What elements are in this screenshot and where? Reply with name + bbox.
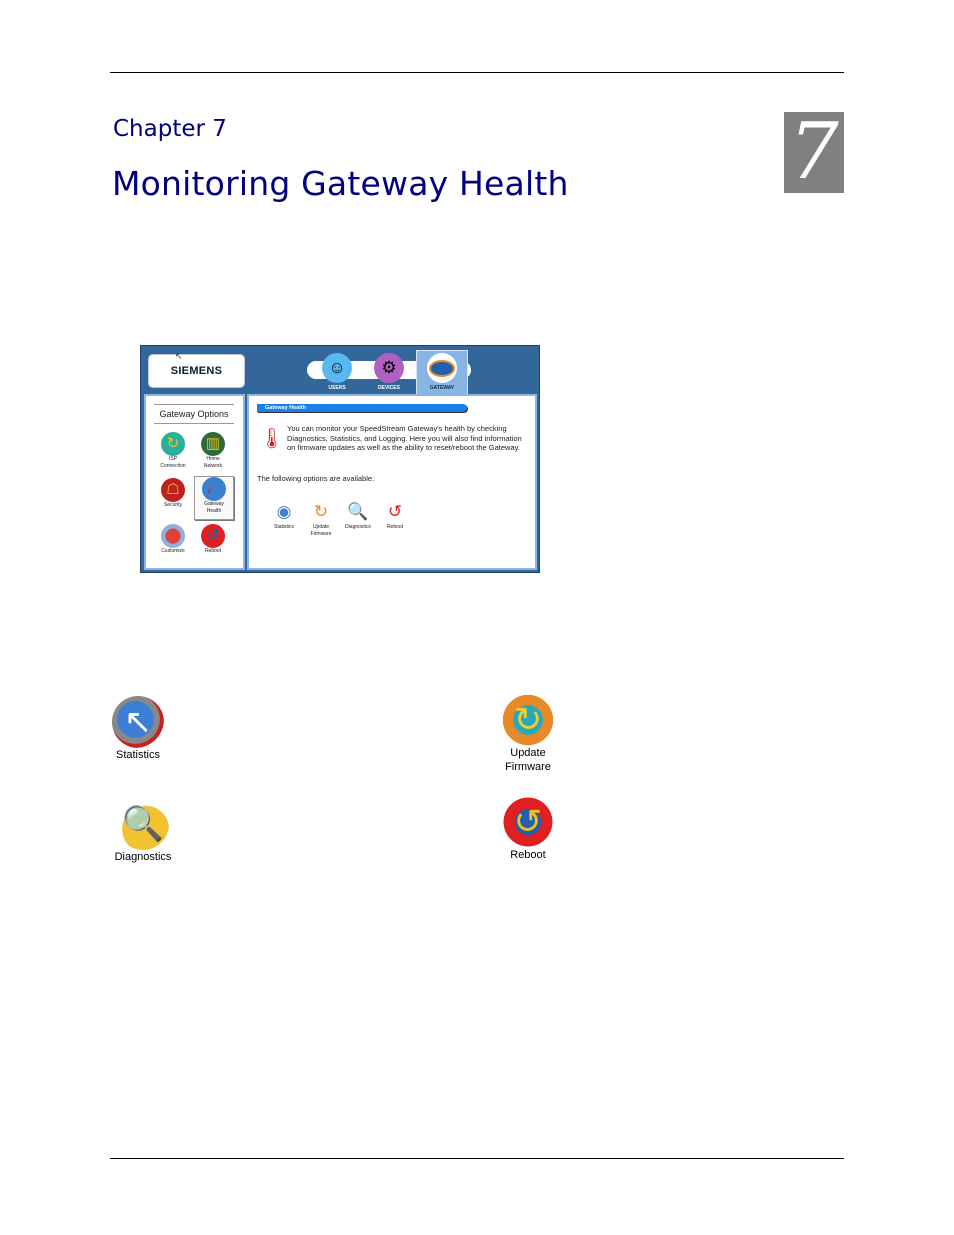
tab-users[interactable]: ☺ USERS	[312, 351, 362, 395]
option-label: Health	[206, 508, 222, 514]
statistics-icon: ◉	[276, 502, 292, 521]
customize-icon: ⬤	[161, 524, 185, 548]
tab-gateway[interactable]: GATEWAY	[416, 350, 468, 396]
feature-update-firmware: ↻ Update Firmware	[500, 694, 556, 774]
health-description: You can monitor your SpeedStream Gateway…	[287, 424, 522, 452]
feature-label: Reboot	[510, 849, 546, 861]
option-label: Security	[163, 502, 183, 508]
available-option-label: Update	[312, 524, 330, 530]
update-firmware-icon: ↻	[313, 502, 329, 521]
devices-icon: ⚙	[374, 353, 404, 383]
diagnostics-icon: 🔍	[347, 502, 369, 521]
option-customize[interactable]: ⬤ Customize	[154, 524, 192, 555]
option-label: Home	[206, 456, 220, 462]
available-reboot[interactable]: ↺ Reboot	[378, 500, 412, 531]
available-options-label: The following options are available:	[257, 474, 375, 483]
option-label: Connection	[160, 463, 186, 469]
feature-label: Diagnostics	[114, 851, 172, 863]
thermometer-icon: 🌡	[259, 428, 285, 450]
siemens-logo[interactable]: SIEMENS	[148, 354, 245, 388]
tab-users-label: USERS	[328, 385, 346, 391]
users-icon: ☺	[322, 353, 352, 383]
available-statistics[interactable]: ◉ Statistics	[267, 500, 301, 531]
gateway-icon	[427, 353, 457, 383]
tab-gateway-label: GATEWAY	[429, 385, 455, 391]
available-option-label: Diagnostics	[345, 524, 371, 530]
statistics-icon: ↖	[112, 696, 164, 748]
feature-statistics: ↖ Statistics	[110, 696, 166, 762]
available-option-label: Reboot	[386, 524, 404, 530]
gateway-options-title: Gateway Options	[154, 404, 234, 424]
option-label: Network	[203, 463, 223, 469]
footer-rule	[110, 1158, 844, 1159]
option-label: Customize	[161, 548, 185, 554]
gateway-ui-screenshot: SIEMENS ↖ ☺ USERS ⚙ DEVICES GATEWAY Gate…	[140, 345, 540, 573]
home-network-icon: ▥	[201, 432, 225, 456]
reboot-icon: ↺	[502, 796, 554, 848]
option-label: ISP	[168, 456, 178, 462]
option-isp-connection[interactable]: ↻ ISP Connection	[154, 432, 192, 470]
feature-label: Firmware	[505, 761, 551, 773]
gateway-health-icon: ♩	[202, 477, 226, 501]
chapter-label: Chapter 7	[113, 116, 227, 142]
section-header-bar: Gateway Health	[257, 404, 467, 412]
diagnostics-icon: 🔍	[117, 798, 169, 850]
available-diagnostics[interactable]: 🔍 Diagnostics	[341, 500, 375, 531]
available-option-label: Firmware	[310, 531, 332, 537]
option-security[interactable]: ☖ Security	[154, 478, 192, 509]
feature-diagnostics: 🔍 Diagnostics	[112, 798, 174, 864]
mouse-cursor-icon: ↖	[175, 351, 183, 361]
gateway-options-panel: Gateway Options ↻ ISP Connection ▥ Home …	[144, 394, 245, 570]
option-reboot[interactable]: ↺ Reboot	[194, 524, 232, 555]
option-home-network[interactable]: ▥ Home Network	[194, 432, 232, 470]
available-update-firmware[interactable]: ↻ Update Firmware	[304, 500, 338, 538]
available-option-label: Statistics	[273, 524, 294, 530]
feature-reboot: ↺ Reboot	[500, 796, 556, 862]
tab-devices[interactable]: ⚙ DEVICES	[364, 351, 414, 395]
option-gateway-health[interactable]: ♩ Gateway Health	[194, 476, 234, 520]
chapter-number-box: 7	[784, 112, 844, 193]
header-rule	[110, 72, 844, 73]
reboot-icon: ↺	[201, 524, 225, 548]
feature-label: Statistics	[115, 749, 160, 761]
reboot-icon: ↺	[387, 502, 403, 521]
option-label: Gateway	[204, 501, 224, 507]
feature-label: Update	[510, 747, 546, 759]
chapter-title: Monitoring Gateway Health	[112, 164, 569, 203]
tab-devices-label: DEVICES	[378, 385, 400, 391]
security-icon: ☖	[161, 478, 185, 502]
isp-connection-icon: ↻	[161, 432, 185, 456]
gateway-health-panel: Gateway Health 🌡 You can monitor your Sp…	[247, 394, 537, 570]
option-label: Reboot	[204, 548, 222, 554]
update-firmware-icon: ↻	[502, 694, 554, 746]
